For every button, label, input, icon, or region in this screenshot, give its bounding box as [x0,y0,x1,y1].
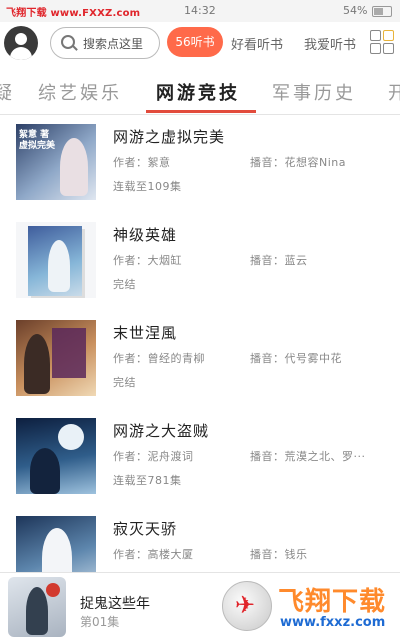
list-item[interactable]: 寂灭天骄 作者：高楼大厦 播音：钱乐 [0,508,400,572]
search-icon [61,35,75,49]
book-title: 网游之大盗贼 [113,422,210,440]
list-item[interactable]: 网游之大盗贼 作者：泥舟渡词 播音：荒漠之北、罗··· 连载至781集 [0,410,400,508]
book-title: 网游之虚拟完美 [113,128,226,146]
tab-partial-right[interactable]: 开 [388,79,400,105]
tab-zongyi[interactable]: 综艺娱乐 [38,79,122,105]
top-bar: 搜索点这里 56听书 好看听书 我爱听书 [0,22,400,66]
book-narrator: 播音：钱乐 [250,548,308,561]
book-title: 末世涅風 [113,324,178,342]
search-placeholder: 搜索点这里 [83,37,144,51]
nav-item-haokan[interactable]: 好看听书 [231,34,283,53]
book-author: 作者：曾经的青柳 [113,352,205,365]
active-tab-indicator [146,110,256,113]
nav-item-woai[interactable]: 我爱听书 [304,34,356,53]
watermark-brand: 飞翔下载 [278,587,387,617]
book-cover [16,320,96,396]
battery-icon [372,6,392,17]
status-time: 14:32 [184,4,216,17]
book-author: 作者：絮意 [113,156,171,169]
book-cover: 絮意 著 虚拟完美 [16,124,96,200]
category-tabs: 疑 综艺娱乐 网游竞技 军事历史 开 [0,70,400,115]
book-author: 作者：高楼大厦 [113,548,194,561]
book-narrator: 播音：花想容Nina [250,156,346,169]
grid-menu-icon[interactable] [370,30,396,56]
tab-partial-left[interactable]: 疑 [0,79,15,105]
player-cover[interactable] [8,577,66,637]
book-list: 絮意 著 虚拟完美 网游之虚拟完美 作者：絮意 播音：花想容Nina 连载至10… [0,116,400,572]
book-narrator: 播音：荒漠之北、罗··· [250,450,366,463]
brand-pill-button[interactable]: 56听书 [167,27,223,57]
watermark-plane-icon [222,581,272,631]
book-cover [16,516,96,572]
list-item[interactable]: 絮意 著 虚拟完美 网游之虚拟完美 作者：絮意 播音：花想容Nina 连载至10… [0,116,400,214]
book-status: 完结 [113,278,136,291]
book-author: 作者：大烟缸 [113,254,182,267]
mini-player[interactable]: 捉鬼这些年 第01集 飞翔下载 www.fxxz.com [0,572,400,641]
book-title: 神级英雄 [113,226,178,244]
cover-title: 絮意 著 虚拟完美 [19,130,56,151]
book-cover [16,222,96,298]
watermark-url: www.fxxz.com [280,615,386,630]
player-title: 捉鬼这些年 [80,596,150,612]
book-narrator: 播音：蓝云 [250,254,308,267]
list-item[interactable]: 末世涅風 作者：曾经的青柳 播音：代号雾中花 完结 [0,312,400,410]
book-author: 作者：泥舟渡词 [113,450,194,463]
tab-wangyou[interactable]: 网游竞技 [156,79,240,105]
status-bar: 飞翔下载 www.FXXZ.com 14:32 54% [0,0,400,22]
battery-percent: 54% [343,4,368,17]
list-item[interactable]: 神级英雄 作者：大烟缸 播音：蓝云 完结 [0,214,400,312]
book-title: 寂灭天骄 [113,520,178,538]
book-status: 连载至781集 [113,474,182,487]
book-narrator: 播音：代号雾中花 [250,352,342,365]
search-box[interactable]: 搜索点这里 [50,27,160,59]
watermark-logo: 飞翔下载 www.fxxz.com [222,579,396,637]
book-status: 完结 [113,376,136,389]
player-episode: 第01集 [80,615,120,629]
avatar-icon[interactable] [4,26,38,60]
book-status: 连载至109集 [113,180,182,193]
book-cover [16,418,96,494]
watermark-top: 飞翔下载 www.FXXZ.com [6,8,141,19]
tab-junshi[interactable]: 军事历史 [272,79,356,105]
